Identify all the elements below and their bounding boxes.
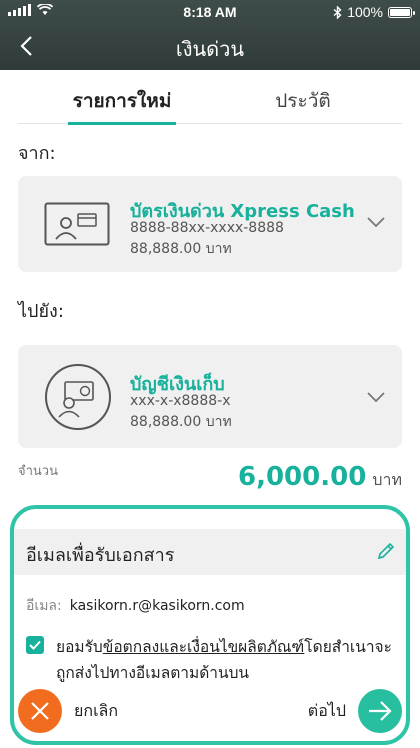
to-account-number: xxx-x-x8888-x	[130, 393, 231, 409]
next-circle	[358, 689, 402, 733]
to-label: ไปยัง:	[18, 301, 64, 322]
tab-history-label: ประวัติ	[275, 90, 331, 112]
from-label: จาก:	[18, 143, 56, 164]
email-document-panel: อีเมลเพื่อรับเอกสาร อีเมล: kasikorn.r@kas…	[10, 505, 410, 745]
battery-icon	[388, 6, 415, 18]
email-value: kasikorn.r@kasikorn.com	[69, 598, 245, 614]
to-account-balance: 88,888.00 บาท	[130, 414, 232, 430]
credit-card-user-icon	[44, 202, 110, 246]
close-icon	[31, 702, 49, 720]
chevron-down-icon[interactable]	[366, 216, 386, 228]
bluetooth-icon	[333, 5, 342, 19]
next-label: ต่อไป	[307, 700, 346, 720]
status-bar: 8:18 AM 100%	[0, 3, 420, 21]
chevron-down-icon[interactable]	[366, 391, 386, 403]
terms-link[interactable]: ข้อตกลงและเงื่อนไขผลิตภัณฑ์	[103, 638, 305, 656]
to-account-card[interactable]: บัญชีเงินเก็บ xxx-x-x8888-x 88,888.00 บา…	[18, 345, 402, 448]
tab-new-label: รายการใหม่	[72, 90, 172, 112]
consent-prefix: ยอมรับ	[56, 638, 103, 656]
amount-label: จำนวน	[18, 464, 58, 479]
email-row: อีเมล: kasikorn.r@kasikorn.com	[26, 595, 245, 617]
arrow-right-icon	[369, 701, 392, 721]
battery-percent: 100%	[347, 4, 383, 20]
top-bar: 8:18 AM 100% เงินด่วน	[0, 0, 420, 70]
tab-bar: รายการใหม่ ประวัติ	[18, 86, 402, 125]
cancel-circle	[18, 689, 62, 733]
from-account-balance: 88,888.00 บาท	[130, 241, 232, 257]
from-account-card[interactable]: บัตรเงินด่วน Xpress Cash 8888-88xx-xxxx-…	[18, 176, 402, 272]
amount-value: 6,000.00	[238, 462, 367, 492]
tab-history[interactable]: ประวัติ	[248, 86, 358, 124]
cancel-label: ยกเลิก	[74, 700, 119, 720]
cancel-button[interactable]: ยกเลิก	[18, 689, 118, 733]
active-tab-indicator	[68, 122, 176, 125]
next-button[interactable]: ต่อไป	[308, 689, 402, 733]
pencil-icon[interactable]	[376, 541, 396, 561]
page-title: เงินด่วน	[175, 37, 245, 61]
amount-field[interactable]: 6,000.00 บาท	[238, 462, 402, 493]
tab-new-transaction[interactable]: รายการใหม่	[68, 86, 176, 125]
amount-unit: บาท	[372, 470, 402, 489]
consent-text: ยอมรับข้อตกลงและเงื่อนไขผลิตภัณฑ์โดยสำเน…	[56, 634, 398, 686]
email-section-title: อีเมลเพื่อรับเอกสาร	[26, 545, 175, 566]
email-section-header: อีเมลเพื่อรับเอกสาร	[14, 529, 406, 575]
consent-checkbox[interactable]	[26, 636, 44, 654]
email-label: อีเมล:	[26, 598, 62, 614]
checkmark-icon	[29, 640, 41, 650]
from-account-number: 8888-88xx-xxxx-8888	[130, 220, 284, 236]
savings-account-icon	[45, 364, 111, 430]
